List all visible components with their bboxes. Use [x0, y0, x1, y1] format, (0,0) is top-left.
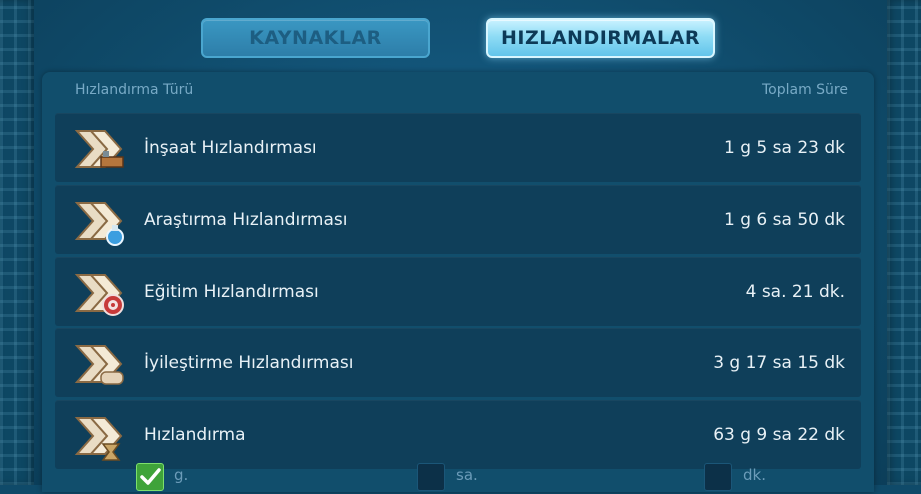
decorative-border-left — [0, 0, 34, 485]
minutes-checkbox-label: dk. — [743, 466, 766, 484]
tab-speedups[interactable]: HIZLANDIRMALAR — [486, 18, 715, 58]
row-label: Hızlandırma — [144, 424, 246, 445]
construction-speedup-icon — [74, 130, 124, 168]
healing-speedup-icon — [74, 345, 124, 385]
header-total-label: Toplam Süre — [761, 82, 848, 98]
hours-checkbox-label: sa. — [456, 466, 478, 484]
speedup-row-construction: İnşaat Hızlandırması 1 g 5 sa 23 dk — [55, 113, 861, 182]
universal-speedup-icon — [74, 417, 123, 461]
tab-resources[interactable]: KAYNAKLAR — [201, 18, 430, 58]
row-label: Eğitim Hızlandırması — [144, 281, 319, 302]
speedup-row-training: Eğitim Hızlandırması 4 sa. 21 dk. — [55, 257, 861, 326]
row-label: İyileştirme Hızlandırması — [144, 352, 354, 373]
research-speedup-icon — [74, 202, 124, 246]
speedup-row-research: Araştırma Hızlandırması 1 g 6 sa 50 dk — [55, 185, 861, 254]
table-header: Hızlandırma Türü Toplam Süre — [42, 82, 848, 104]
row-value: 63 g 9 sa 22 dk — [713, 424, 845, 445]
row-value: 3 g 17 sa 15 dk — [713, 352, 845, 373]
row-value: 1 g 6 sa 50 dk — [724, 209, 845, 230]
header-type-label: Hızlandırma Türü — [75, 82, 194, 98]
days-checkbox-label: g. — [174, 466, 189, 484]
row-value: 1 g 5 sa 23 dk — [724, 137, 845, 158]
days-checkbox[interactable] — [136, 463, 164, 491]
checkmark-icon — [140, 468, 161, 485]
hours-checkbox[interactable] — [417, 463, 445, 491]
minutes-checkbox[interactable] — [704, 463, 732, 491]
decorative-border-right — [887, 0, 921, 485]
speedup-row-universal: Hızlandırma 63 g 9 sa 22 dk — [55, 400, 861, 469]
training-speedup-icon — [74, 274, 124, 316]
row-label: İnşaat Hızlandırması — [144, 137, 317, 158]
time-format-options: g. sa. dk. — [42, 460, 874, 491]
row-label: Araştırma Hızlandırması — [144, 209, 348, 230]
speedup-row-healing: İyileştirme Hızlandırması 3 g 17 sa 15 d… — [55, 328, 861, 397]
row-value: 4 sa. 21 dk. — [745, 281, 845, 302]
